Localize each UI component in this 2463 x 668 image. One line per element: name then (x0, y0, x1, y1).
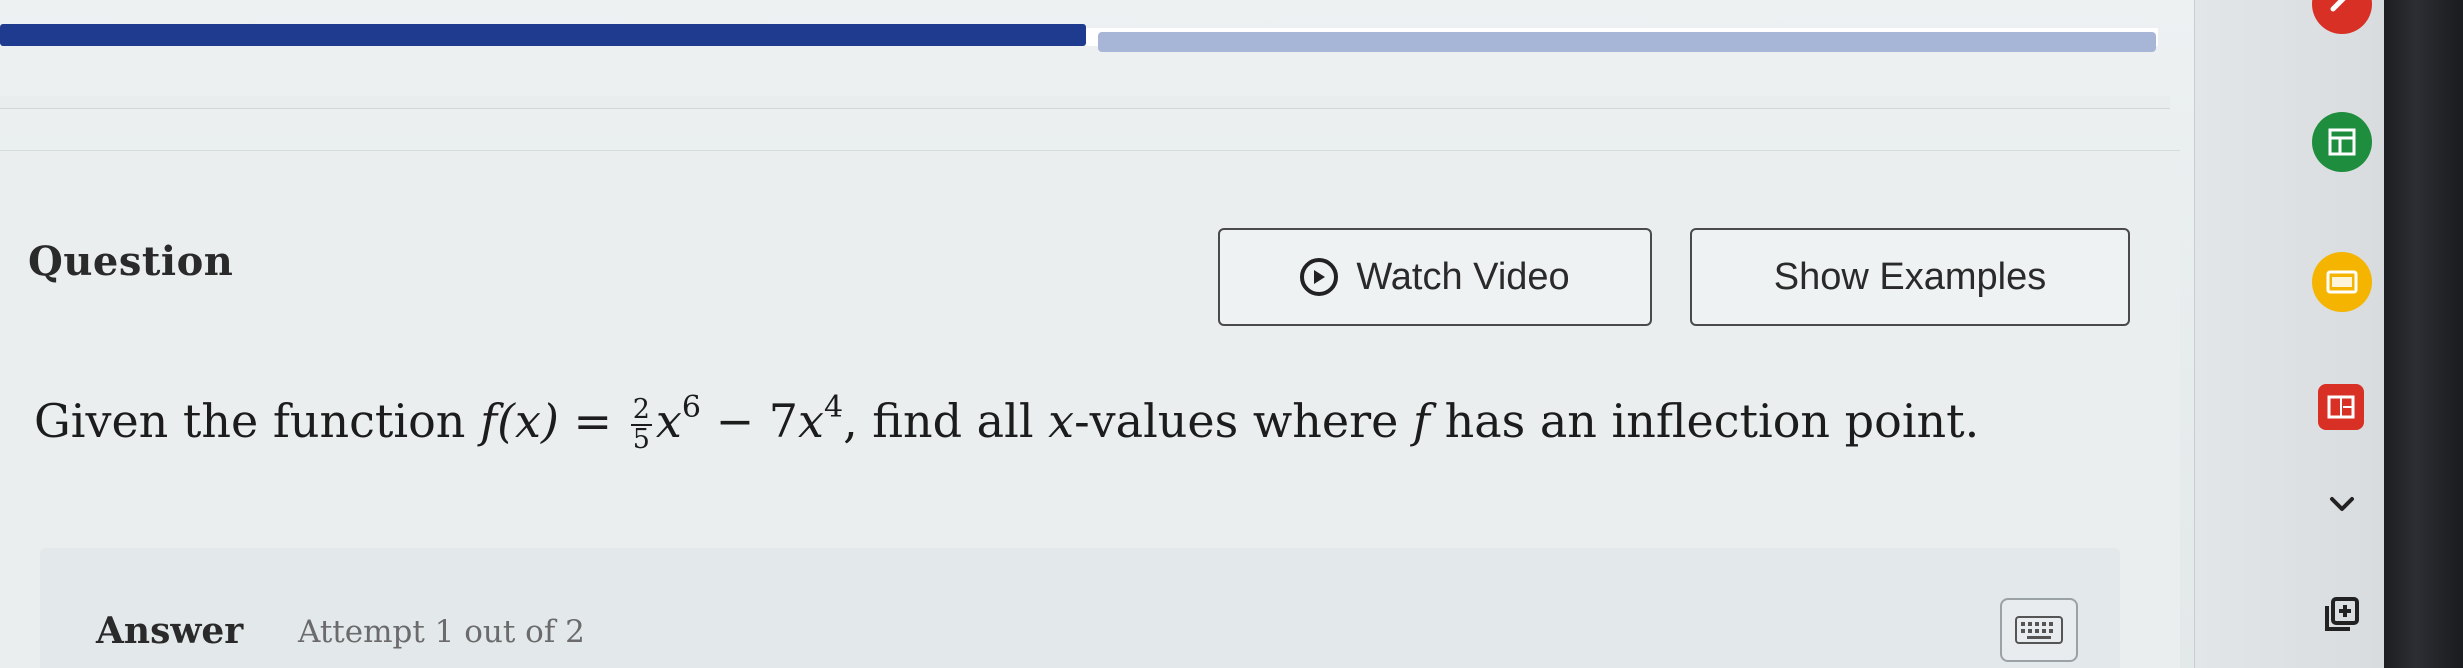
attempt-counter: Attempt 1 out of 2 (298, 614, 585, 650)
watch-video-button[interactable]: Watch Video (1218, 228, 1652, 326)
side-dock (2194, 0, 2385, 668)
progress-fill (0, 24, 1086, 46)
page: Question Watch Video Show Examples Given… (0, 0, 2463, 668)
question-suffix-b: -values where (1074, 394, 1413, 448)
play-circle-icon (1300, 258, 1339, 296)
term2-variable: x (798, 394, 824, 448)
function-name: f(x) = (480, 394, 627, 448)
forms-icon[interactable] (2318, 384, 2364, 430)
term1-variable: x (655, 394, 682, 448)
progress-remaining (1098, 32, 2156, 52)
sheets-icon[interactable] (2312, 112, 2372, 172)
x-variable: x (1048, 394, 1075, 448)
keyboard-button[interactable] (2000, 598, 2078, 662)
slides-icon[interactable] (2312, 252, 2372, 312)
answer-label: Answer (96, 610, 244, 652)
f-variable: f (1412, 394, 1430, 448)
chevron-down-icon[interactable] (2312, 474, 2372, 534)
term1-exponent: 6 (681, 390, 701, 425)
watch-video-label: Watch Video (1356, 255, 1570, 298)
screen-bezel (2384, 0, 2463, 668)
question-prefix: Given the function (34, 394, 481, 448)
question-suffix-c: has an inflection point. (1429, 394, 1980, 448)
fraction-numerator: 2 (630, 394, 652, 426)
question-heading: Question (28, 238, 234, 285)
keyboard-icon (2015, 616, 2063, 644)
fraction-denominator: 5 (632, 424, 650, 455)
top-panel (0, 96, 2170, 109)
add-box-icon[interactable] (2312, 584, 2372, 644)
show-examples-button[interactable]: Show Examples (1690, 228, 2130, 326)
answer-area (40, 548, 2120, 668)
term2-exponent: 4 (823, 390, 844, 425)
question-suffix-a: , find all (843, 394, 1049, 448)
show-examples-label: Show Examples (1773, 255, 2047, 298)
fraction: 25 (630, 394, 652, 455)
question-text: Given the function f(x) = 2 5 x6 − 7x4, fi… (34, 390, 1979, 454)
minus-coefficient: − 7 (700, 394, 799, 448)
